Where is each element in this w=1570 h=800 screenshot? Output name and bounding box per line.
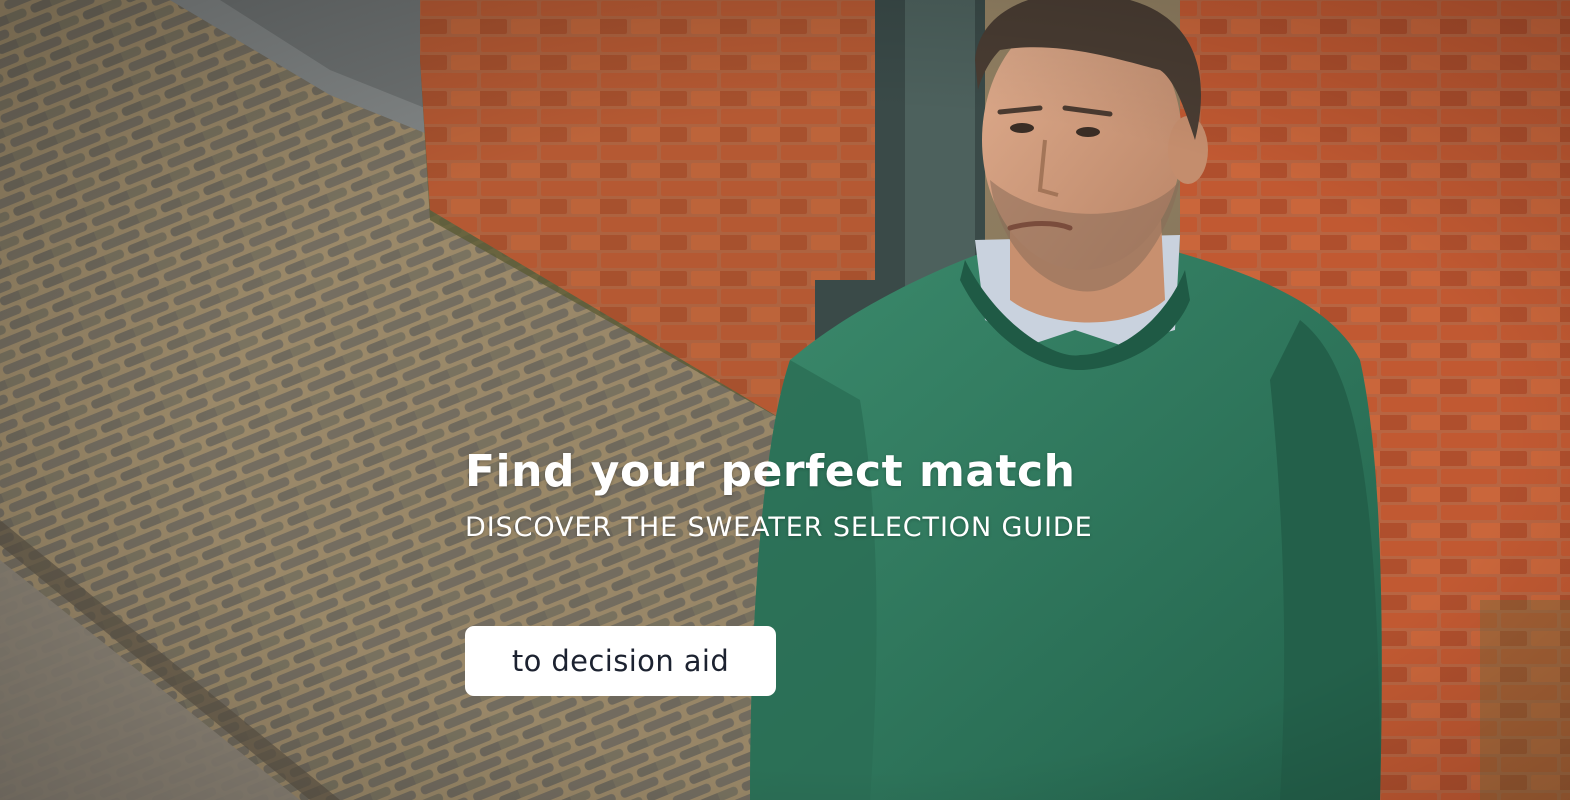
hero-subheadline: DISCOVER THE SWEATER SELECTION GUIDE <box>465 512 1093 543</box>
hero-image <box>0 0 1570 800</box>
hero-banner: Find your perfect match DISCOVER THE SWE… <box>0 0 1570 800</box>
hero-content: Find your perfect match DISCOVER THE SWE… <box>465 446 1093 696</box>
decision-aid-button[interactable]: to decision aid <box>465 626 776 696</box>
hero-headline: Find your perfect match <box>465 446 1076 497</box>
